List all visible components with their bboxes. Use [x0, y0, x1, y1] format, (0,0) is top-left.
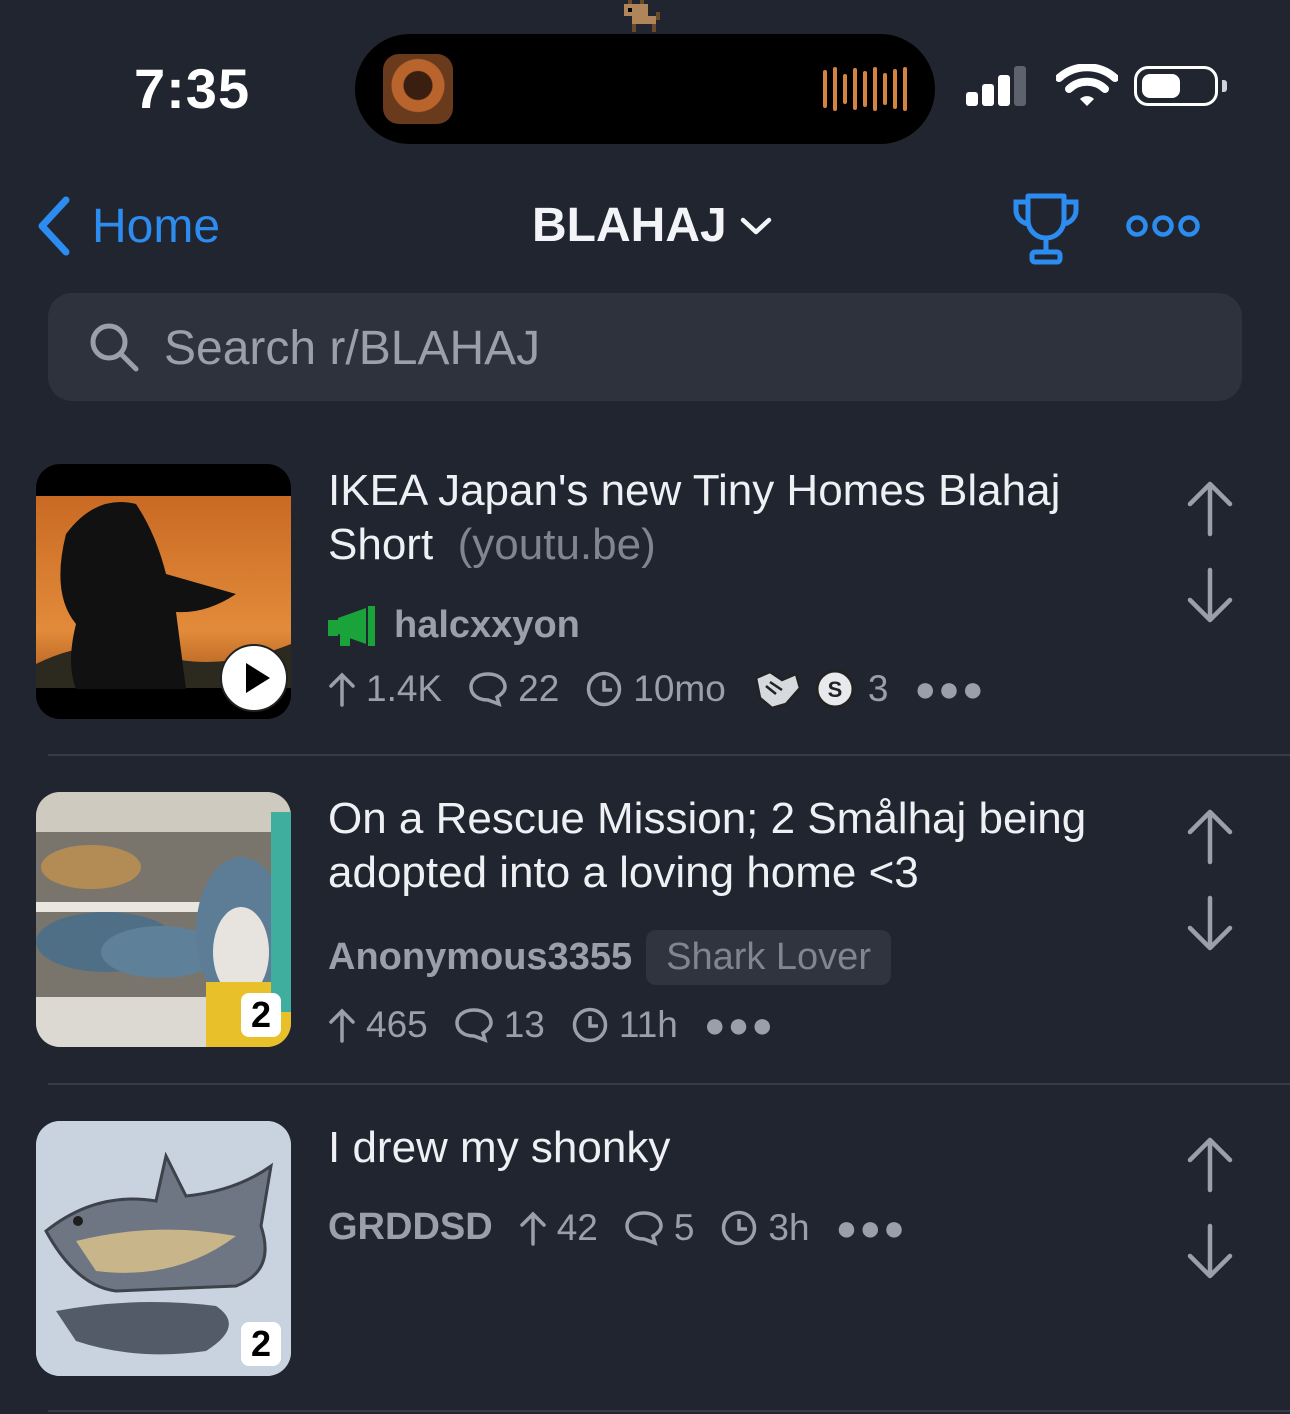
post-author-row: halcxxyon — [328, 604, 580, 647]
subreddit-title: BLAHAJ — [532, 199, 727, 252]
age-value: 11h — [618, 1004, 678, 1045]
awards-count: 3 — [867, 668, 889, 709]
post-title-text: I drew my shonky — [328, 1123, 671, 1172]
post-age: 3h — [720, 1206, 810, 1249]
downvote-arrow-icon[interactable] — [1186, 566, 1234, 626]
award-silver-coin-icon: S — [815, 669, 855, 709]
post-title[interactable]: On a Rescue Mission; 2 Smålhaj being ado… — [328, 792, 1158, 900]
upvote-count: 42 — [519, 1207, 598, 1249]
downvote-arrow-icon[interactable] — [1186, 894, 1234, 954]
chevron-left-icon — [38, 196, 70, 256]
svg-text:S: S — [828, 677, 843, 702]
upvote-arrow-icon[interactable] — [1186, 806, 1234, 866]
upvote-count: 465 — [328, 1004, 428, 1046]
play-icon[interactable] — [220, 644, 288, 712]
post-age: 11h — [571, 1004, 678, 1046]
divider — [48, 1083, 1290, 1085]
post-stats-row: GRDDSD 42 5 3h ●●● — [328, 1206, 907, 1249]
comment-bubble-icon — [454, 1008, 493, 1043]
user-flair: Shark Lover — [646, 930, 891, 985]
arrow-up-icon — [329, 672, 355, 707]
clock-icon — [572, 1007, 608, 1043]
divider — [48, 754, 1290, 756]
back-label: Home — [92, 199, 221, 253]
chevron-down-icon — [740, 217, 771, 234]
clock-icon — [722, 1210, 757, 1245]
upvote-arrow-icon[interactable] — [1186, 1134, 1234, 1194]
upvote-value: 1.4K — [366, 668, 443, 709]
post-title-text: On a Rescue Mission; 2 Smålhaj being ado… — [328, 794, 1087, 897]
post-title[interactable]: I drew my shonky — [328, 1121, 1128, 1175]
cellular-signal-icon — [966, 66, 1026, 106]
post-stats-row: 465 13 11h ●●● — [328, 1004, 775, 1046]
post-age: 10mo — [585, 668, 726, 710]
gallery-count-badge: 2 — [241, 1322, 281, 1366]
age-value: 3h — [768, 1206, 810, 1248]
comment-value: 22 — [518, 668, 560, 709]
battery-icon — [1134, 66, 1227, 106]
post-stats-row: 1.4K 22 10mo S 3 ●●● — [328, 668, 986, 710]
comment-bubble-icon — [625, 1210, 663, 1246]
clock-icon — [587, 671, 622, 707]
more-options-icon[interactable] — [1125, 212, 1201, 240]
post-author-row: Anonymous3355 Shark Lover — [328, 930, 891, 985]
awards[interactable]: S 3 — [752, 668, 889, 710]
post-more-options-icon[interactable]: ●●● — [704, 1004, 775, 1046]
age-value: 10mo — [633, 668, 726, 709]
subreddit-title-button[interactable]: BLAHAJ — [532, 198, 773, 253]
wifi-icon — [1056, 64, 1118, 106]
megaphone-icon — [328, 605, 375, 646]
search-icon — [90, 323, 139, 372]
divider — [48, 1410, 1290, 1412]
comment-count: 22 — [468, 668, 559, 710]
now-playing-artwork[interactable] — [383, 54, 453, 124]
post-title-text: IKEA Japan's new Tiny Homes Blahaj Short — [328, 466, 1061, 569]
pixel-dog-icon — [624, 0, 660, 32]
comment-value: 13 — [503, 1004, 545, 1045]
comment-value: 5 — [673, 1206, 695, 1248]
comment-bubble-icon — [469, 672, 507, 707]
search-bar[interactable] — [48, 293, 1242, 403]
upvote-value: 42 — [556, 1206, 598, 1248]
status-time: 7:35 — [134, 57, 251, 120]
trophy-icon[interactable] — [1010, 190, 1082, 266]
post-title[interactable]: IKEA Japan's new Tiny Homes Blahaj Short… — [328, 464, 1128, 572]
upvote-value: 465 — [366, 1004, 428, 1045]
arrow-up-icon — [329, 1008, 355, 1043]
post-author[interactable]: halcxxyon — [394, 604, 580, 647]
dynamic-island[interactable] — [355, 34, 935, 144]
audio-waveform-icon — [823, 66, 907, 112]
post-author[interactable]: Anonymous3355 — [328, 936, 632, 979]
post-thumbnail-video[interactable] — [36, 464, 291, 719]
post-domain[interactable]: (youtu.be) — [458, 520, 656, 569]
arrow-up-icon — [519, 1211, 546, 1246]
post-more-options-icon[interactable]: ●●● — [836, 1207, 907, 1249]
upvote-count: 1.4K — [328, 668, 442, 710]
gallery-count-badge: 2 — [241, 993, 281, 1037]
back-button[interactable]: Home — [36, 196, 220, 256]
downvote-arrow-icon[interactable] — [1186, 1222, 1234, 1282]
comment-count: 13 — [454, 1004, 545, 1046]
search-input[interactable] — [162, 293, 1206, 403]
award-handshake-icon — [754, 670, 802, 710]
status-icons — [966, 64, 1236, 108]
comment-count: 5 — [624, 1206, 695, 1249]
post-author[interactable]: GRDDSD — [328, 1206, 493, 1249]
upvote-arrow-icon[interactable] — [1186, 478, 1234, 538]
post-thumbnail-gallery[interactable]: 2 — [36, 1121, 291, 1376]
post-thumbnail-gallery[interactable]: 2 — [36, 792, 291, 1047]
post-more-options-icon[interactable]: ●●● — [914, 668, 985, 710]
